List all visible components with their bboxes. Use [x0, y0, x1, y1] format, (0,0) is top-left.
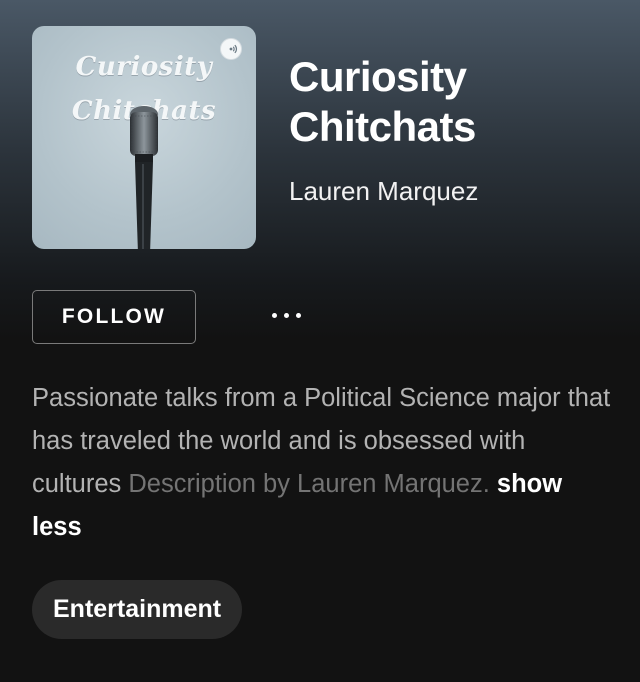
podcast-author[interactable]: Lauren Marquez	[289, 176, 478, 207]
dot	[295, 312, 301, 318]
description-attribution: Description by Lauren Marquez.	[128, 470, 490, 498]
podcast-description: Passionate talks from a Political Scienc…	[32, 377, 612, 549]
dot	[271, 312, 277, 318]
podcast-icon	[220, 38, 242, 60]
more-options-icon[interactable]	[262, 300, 310, 330]
microphone-icon	[130, 106, 158, 249]
category-chip-entertainment[interactable]: Entertainment	[32, 580, 243, 639]
podcast-title: Curiosity Chitchats	[289, 53, 476, 150]
follow-button[interactable]: FOLLOW	[32, 290, 196, 344]
dot	[283, 312, 289, 318]
podcast-cover-art: Curiosity Chitchats	[32, 26, 256, 249]
